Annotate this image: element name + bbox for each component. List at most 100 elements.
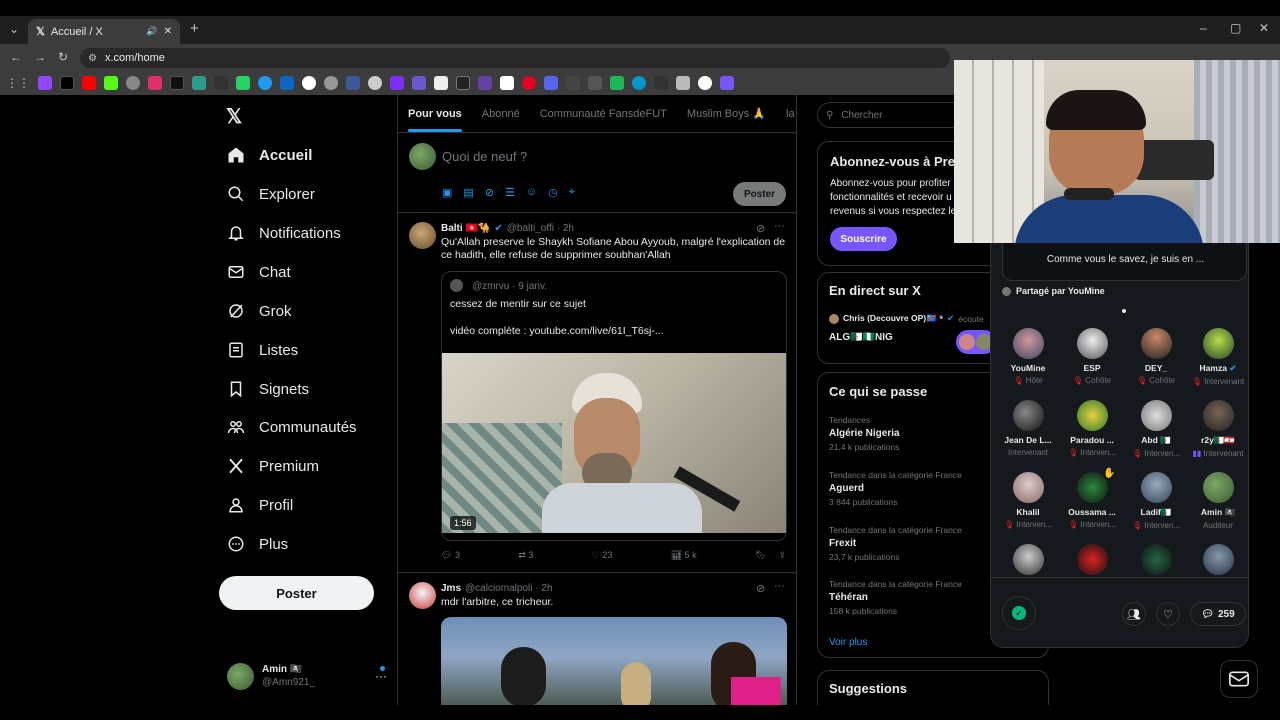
space-participant[interactable]: Oussama ... 🎙︎ Interven... ✋ <box>1061 468 1123 529</box>
trend-item[interactable]: Tendances Algérie Nigeria 21,4 k publica… <box>829 415 900 452</box>
tweet[interactable]: Balti 🇹🇳🐪 ✔ @balti_offi · 2h ⊘ ··· Qu'Al… <box>398 213 796 573</box>
address-bar[interactable]: ⚙ x.com/home <box>80 48 950 68</box>
trend-item[interactable]: Tendance dans la catégorie France Aguerd… <box>829 470 962 507</box>
bookmark-site-icon[interactable] <box>720 76 734 90</box>
compose-post-button[interactable]: Poster <box>733 182 786 206</box>
tweet-handle[interactable]: @balti_offi · 2h <box>507 223 574 234</box>
browser-tab-active[interactable]: 𝕏 Accueil / X 🔊 ✕ <box>28 19 180 44</box>
image-icon[interactable]: ▣ <box>442 186 452 199</box>
quoted-tweet[interactable]: @zmrvu · 9 janv. cessez de mentir sur ce… <box>441 271 787 541</box>
site-info-icon[interactable]: ⚙ <box>88 53 97 64</box>
tweet-author[interactable]: Balti 🇹🇳🐪 <box>441 223 490 234</box>
space-participant[interactable]: Khalil 🎙︎ Interven... <box>997 472 1059 529</box>
poll-icon[interactable]: ☰ <box>505 186 515 199</box>
bookmark-site-icon[interactable] <box>632 76 646 90</box>
bookmark-globe-icon[interactable] <box>126 76 140 90</box>
bookmark-discord-icon[interactable] <box>544 76 558 90</box>
nav-item-explore[interactable]: Explorer <box>227 185 315 203</box>
bookmark-plus-icon[interactable] <box>500 76 514 90</box>
schedule-icon[interactable]: ◷ <box>548 186 558 199</box>
speaker-icon[interactable]: 🔊 <box>146 26 157 37</box>
space-participant[interactable]: r2y🇩🇿🇱🇧 ▮▮ Intervenant <box>1187 400 1248 458</box>
account-switcher[interactable]: Amin 🏴‍☠️ @Amn921_ ··· <box>227 660 387 692</box>
space-participant[interactable]: Jean De L... Intervenant <box>997 400 1059 457</box>
subscribe-button[interactable]: Souscrire <box>830 227 897 251</box>
more-dots-icon[interactable]: ··· <box>774 580 785 592</box>
grok-icon[interactable]: ⊘ <box>756 582 765 595</box>
trend-item[interactable]: Tendance dans la catégorie France Frexit… <box>829 525 962 562</box>
space-participant[interactable]: Ladif🇩🇿 🎙︎ Interven... <box>1125 472 1187 530</box>
bookmark-x-icon[interactable] <box>60 76 74 90</box>
bookmark-tiktok-icon[interactable] <box>170 76 184 90</box>
reload-icon[interactable]: ↻ <box>58 50 68 64</box>
bookmark-site-icon[interactable] <box>676 76 690 90</box>
bookmark-site-icon[interactable] <box>522 76 536 90</box>
tab-community-fansdefut[interactable]: Communauté FansdeFUT <box>540 108 667 120</box>
nav-item-more[interactable]: Plus <box>227 535 288 553</box>
post-button[interactable]: Poster <box>219 576 374 610</box>
space-participant[interactable]: Hamza ✔ 🎙︎ Intervenant <box>1187 328 1248 386</box>
bookmark-site-icon[interactable] <box>324 76 338 90</box>
tweet[interactable]: Jms @calciomalpoli · 2h ⊘ ··· mdr l'arbi… <box>398 573 796 705</box>
tab-following[interactable]: Abonné <box>482 108 520 120</box>
close-tab-icon[interactable]: ✕ <box>164 26 172 37</box>
reply-button[interactable]: 💬︎ 3 <box>441 550 460 561</box>
bookmark-site-icon[interactable] <box>456 76 470 90</box>
x-logo-icon[interactable]: 𝕏 <box>226 104 246 128</box>
minimize-icon[interactable]: – <box>1200 21 1207 35</box>
share-icon[interactable]: ⇪ <box>778 550 786 561</box>
heart-icon[interactable]: ♡ <box>1156 602 1180 626</box>
bookmark-instagram-icon[interactable] <box>148 76 162 90</box>
back-icon[interactable]: ← <box>10 50 22 64</box>
bookmark-site-icon[interactable] <box>346 76 360 90</box>
show-more-link[interactable]: Voir plus <box>829 637 867 648</box>
bookmark-youtube-icon[interactable] <box>82 76 96 90</box>
more-dots-icon[interactable]: ··· <box>774 220 785 232</box>
space-participant[interactable]: Amin 🏴‍☠️ Auditeur <box>1187 472 1248 530</box>
space-participant[interactable] <box>1187 544 1248 579</box>
nav-item-grok[interactable]: Grok <box>227 302 292 320</box>
tab-list-icon[interactable]: ⌄ <box>9 22 19 36</box>
nav-item-home[interactable]: Accueil <box>227 146 312 164</box>
maximize-icon[interactable]: ▢ <box>1230 21 1241 35</box>
bookmark-site-icon[interactable] <box>588 76 602 90</box>
bookmark-site-icon[interactable] <box>434 76 448 90</box>
tab-la-graill[interactable]: la graill <box>786 108 796 120</box>
bookmark-whatsapp-icon[interactable] <box>236 76 250 90</box>
quote-link[interactable]: vidéo complète : youtube.com/live/61I_T6… <box>450 325 664 338</box>
tab-muslim-boys[interactable]: Muslim Boys 🙏 <box>687 107 766 120</box>
nav-item-premium[interactable]: Premium <box>227 457 319 475</box>
messages-drawer-button[interactable] <box>1220 660 1258 698</box>
nav-item-bookmarks[interactable]: Signets <box>227 380 309 398</box>
bookmark-icon[interactable]: 🔖︎ <box>755 550 766 561</box>
apps-grid-icon[interactable]: ⋮⋮ <box>6 76 30 90</box>
space-participant[interactable]: ESP 🎙︎ Cohôte <box>1061 328 1123 385</box>
bookmark-site-icon[interactable] <box>478 76 492 90</box>
tweet-handle[interactable]: @calciomalpoli · 2h <box>465 583 552 594</box>
space-participant[interactable]: Paradou ... 🎙︎ Interven... <box>1061 400 1123 457</box>
repost-button[interactable]: ⇄ 3 <box>518 550 533 561</box>
space-participant[interactable] <box>997 544 1059 579</box>
tab-for-you[interactable]: Pour vous <box>408 108 462 132</box>
grok-icon[interactable]: ⊘ <box>756 222 765 235</box>
nav-item-lists[interactable]: Listes <box>227 341 298 359</box>
bookmark-site-icon[interactable] <box>214 76 228 90</box>
nav-item-communities[interactable]: Communautés <box>227 418 357 436</box>
avatar[interactable] <box>409 582 436 609</box>
bookmark-kick-icon[interactable] <box>104 76 118 90</box>
bookmark-site-icon[interactable] <box>390 76 404 90</box>
location-icon[interactable]: ⌖ <box>569 186 575 199</box>
more-dots-icon[interactable]: ··· <box>375 669 387 683</box>
space-participant[interactable] <box>1061 544 1123 579</box>
tweet-image[interactable] <box>441 617 787 705</box>
new-tab-icon[interactable]: + <box>190 20 199 37</box>
bookmark-site-icon[interactable] <box>610 76 624 90</box>
people-icon[interactable]: 👥︎ <box>1122 602 1146 626</box>
space-participant[interactable]: YouMine 🎙︎ Hôte <box>997 328 1059 385</box>
bookmark-site-icon[interactable] <box>258 76 272 90</box>
nav-item-notifications[interactable]: Notifications <box>227 224 341 242</box>
compose-input[interactable]: Quoi de neuf ? <box>442 149 527 164</box>
bookmark-site-icon[interactable] <box>566 76 580 90</box>
emoji-icon[interactable]: ☺ <box>526 186 537 199</box>
bookmark-site-icon[interactable] <box>654 76 668 90</box>
